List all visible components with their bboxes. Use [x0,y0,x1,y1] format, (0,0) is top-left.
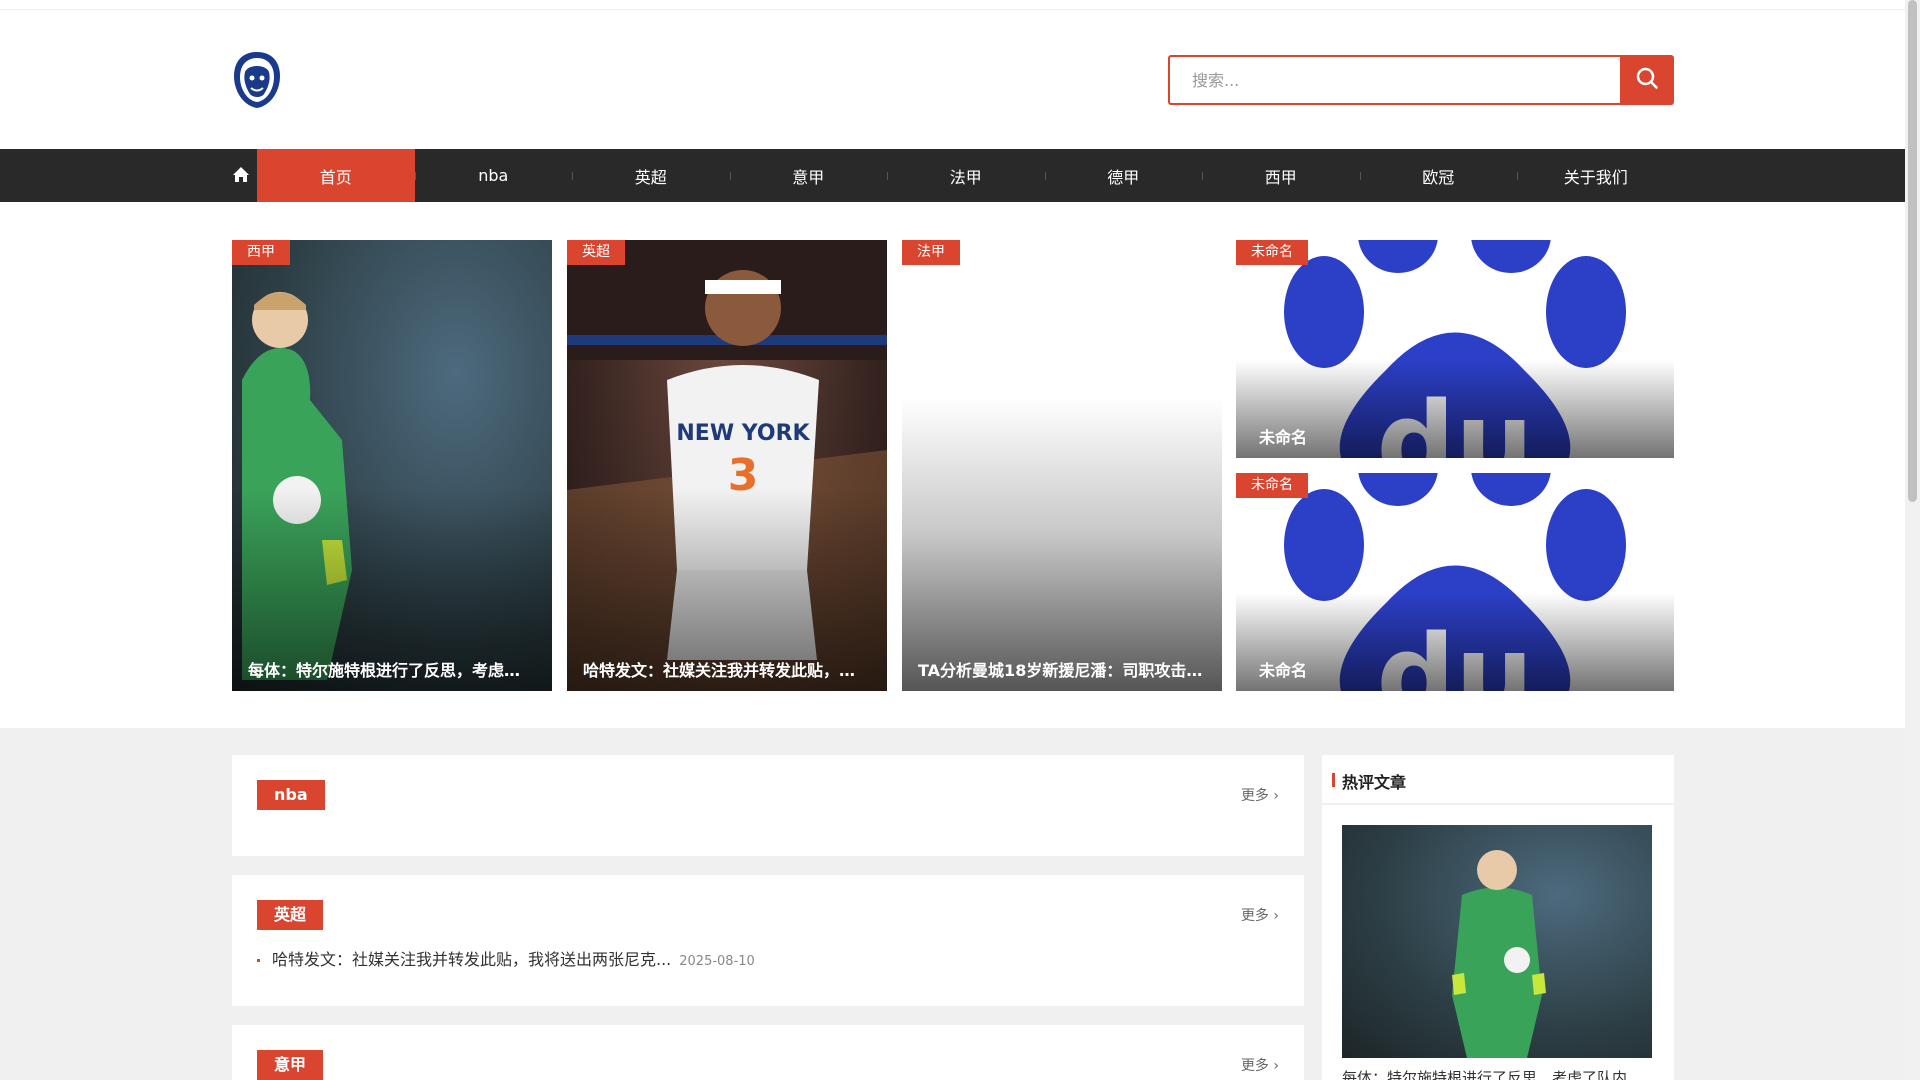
page: 首页 nba 英超 意甲 法甲 德甲 西甲 欧冠 关于我们 西甲 每体：特尔施特… [0,0,1905,1080]
section-tag[interactable]: 英超 [257,900,324,930]
main-nav: 首页 nba 英超 意甲 法甲 德甲 西甲 欧冠 关于我们 [0,149,1905,202]
svg-text:NEW YORK: NEW YORK [676,421,810,446]
more-link[interactable]: 更多 › [1241,785,1279,805]
featured-card[interactable]: du 未命名 未命名 [1236,473,1674,691]
list-item[interactable]: 哈特发文：社媒关注我并转发此贴，我将送出两张尼克... 2025-08-10 [257,945,1279,975]
sidebar-article-title[interactable]: 每体：特尔施特根进行了反思，考虑了队内的处境 [1342,1067,1652,1080]
section-tag[interactable]: 意甲 [257,1050,324,1080]
featured-slider: 西甲 每体：特尔施特根进行了反思，考虑了队内的处境 NEW YORK 3 英超 … [0,202,1905,728]
more-link[interactable]: 更多 › [1241,905,1279,925]
chevron-right-icon: › [1273,1058,1279,1074]
header [0,10,1905,149]
vertical-scrollbar[interactable] [1905,0,1920,1080]
card-category-tag[interactable]: 英超 [567,240,625,265]
featured-card[interactable]: du 未命名 未命名 [1236,240,1674,458]
more-link-label: 更多 [1240,908,1269,924]
nav-item-home[interactable]: 首页 [257,149,415,202]
nav-item-premier-league[interactable]: 英超 [572,149,730,202]
more-link[interactable]: 更多 › [1241,1055,1279,1075]
search-icon [1635,66,1659,94]
nav-item-serie-a[interactable]: 意甲 [729,149,888,202]
category-section-serie-a: 意甲 更多 › [232,1025,1304,1080]
home-icon[interactable] [232,166,250,184]
nav-item-ligue-1[interactable]: 法甲 [887,149,1045,202]
search-bar [1168,55,1674,105]
featured-card[interactable]: 法甲 TA分析曼城18岁新援尼潘：司职攻击型中场 [902,240,1222,691]
card-category-tag[interactable]: 西甲 [232,240,290,265]
more-link-label: 更多 [1240,1058,1269,1074]
chevron-right-icon: › [1273,788,1279,804]
featured-card[interactable]: NEW YORK 3 英超 哈特发文：社媒关注我并转发此贴，我将送出两张尼克斯球… [567,240,887,691]
scrollbar-thumb[interactable] [1908,0,1917,502]
nav-item-nba[interactable]: nba [414,149,573,202]
article-list: 哈特发文：社媒关注我并转发此贴，我将送出两张尼克... 2025-08-10 [257,945,1279,975]
card-title[interactable]: 未命名 [1259,657,1658,681]
card-title[interactable]: 哈特发文：社媒关注我并转发此贴，我将送出两张尼克斯球票 [583,657,871,681]
search-input[interactable] [1168,55,1620,105]
card-title[interactable]: TA分析曼城18岁新援尼潘：司职攻击型中场 [918,657,1206,681]
sidebar-header: 热评文章 [1322,755,1674,805]
article-date: 2025-08-10 [679,954,755,969]
featured-card[interactable]: 西甲 每体：特尔施特根进行了反思，考虑了队内的处境 [232,240,552,691]
article-title[interactable]: 哈特发文：社媒关注我并转发此贴，我将送出两张尼克... [272,950,671,969]
sidebar-header-accent [1332,773,1335,787]
category-section-premier-league: 英超 更多 › 哈特发文：社媒关注我并转发此贴，我将送出两张尼克... 2025-… [232,875,1304,1006]
nav-item-la-liga[interactable]: 西甲 [1202,149,1360,202]
nav-item-champions-league[interactable]: 欧冠 [1359,149,1518,202]
top-strip [0,0,1905,10]
nav-items: 首页 nba 英超 意甲 法甲 德甲 西甲 欧冠 关于我们 [257,149,1675,202]
chevron-right-icon: › [1273,908,1279,924]
section-tag[interactable]: nba [257,780,325,810]
category-section-nba: nba 更多 › [232,755,1304,856]
card-title[interactable]: 未命名 [1259,424,1658,448]
more-link-label: 更多 [1240,788,1269,804]
card-category-tag[interactable]: 未命名 [1236,473,1308,498]
card-category-tag[interactable]: 未命名 [1236,240,1308,265]
hot-articles-sidebar: 热评文章 每体：特尔施特根进行了反思，考虑了队内的处境 [1322,755,1674,1080]
nav-item-about-us[interactable]: 关于我们 [1517,149,1675,202]
site-logo[interactable] [232,50,282,110]
nav-item-bundesliga[interactable]: 德甲 [1044,149,1203,202]
search-button[interactable] [1620,55,1674,105]
card-category-tag[interactable]: 法甲 [902,240,960,265]
sidebar-title: 热评文章 [1342,773,1407,792]
card-title[interactable]: 每体：特尔施特根进行了反思，考虑了队内的处境 [248,657,536,681]
sidebar-article-image[interactable] [1342,825,1652,1058]
